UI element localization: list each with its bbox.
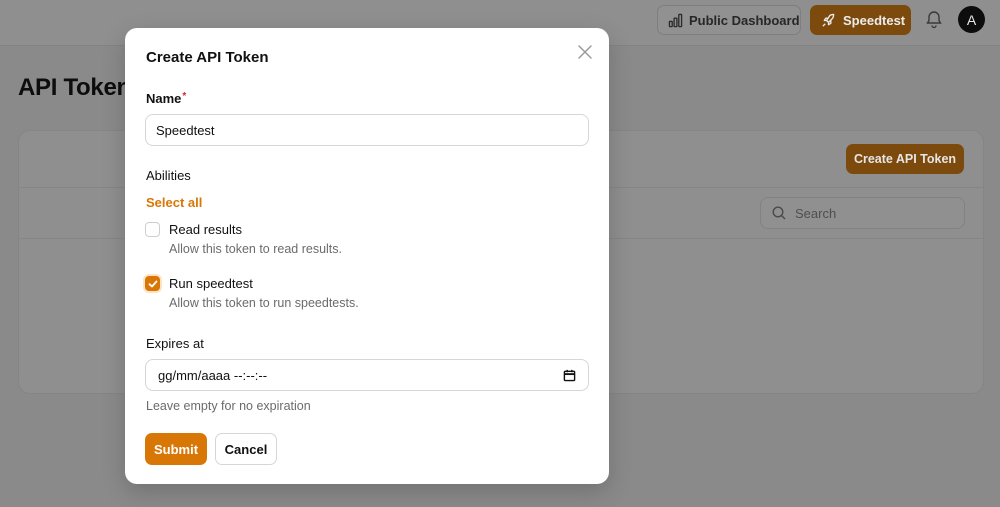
public-dashboard-label: Public Dashboard: [689, 12, 800, 28]
run-speedtest-checkbox[interactable]: [145, 276, 160, 291]
calendar-icon[interactable]: [563, 369, 576, 382]
avatar[interactable]: A: [958, 6, 985, 33]
run-speedtest-description: Allow this token to run speedtests.: [169, 296, 359, 310]
bell-icon[interactable]: [924, 9, 944, 29]
name-label: Name*: [146, 91, 187, 106]
run-speedtest-label: Run speedtest: [169, 276, 253, 291]
speedtest-button[interactable]: Speedtest: [810, 5, 911, 35]
public-dashboard-button[interactable]: Public Dashboard: [657, 5, 801, 35]
required-mark: *: [182, 91, 187, 102]
search-icon: [772, 206, 786, 220]
close-icon[interactable]: [576, 43, 594, 61]
expires-at-input[interactable]: gg/mm/aaaa --:--:--: [145, 359, 589, 391]
create-api-token-modal: Create API Token Name* Abilities Select …: [125, 28, 609, 484]
expires-hint: Leave empty for no expiration: [146, 399, 311, 413]
bar-chart-icon: [668, 13, 683, 27]
speedtest-label: Speedtest: [843, 12, 906, 28]
create-api-token-button[interactable]: Create API Token: [846, 144, 964, 174]
abilities-label: Abilities: [146, 168, 191, 183]
expires-label: Expires at: [146, 336, 204, 351]
read-results-description: Allow this token to read results.: [169, 242, 342, 256]
rocket-icon: [822, 13, 835, 27]
search-input[interactable]: Search: [760, 197, 965, 229]
modal-title: Create API Token: [146, 49, 269, 66]
read-results-checkbox[interactable]: [145, 222, 160, 237]
name-input[interactable]: [145, 114, 589, 146]
check-icon: [148, 280, 158, 288]
cancel-button[interactable]: Cancel: [215, 433, 277, 465]
expires-placeholder: gg/mm/aaaa --:--:--: [158, 367, 268, 383]
select-all-link[interactable]: Select all: [146, 195, 202, 210]
read-results-label: Read results: [169, 222, 242, 237]
submit-button[interactable]: Submit: [145, 433, 207, 465]
search-placeholder: Search: [795, 205, 837, 221]
